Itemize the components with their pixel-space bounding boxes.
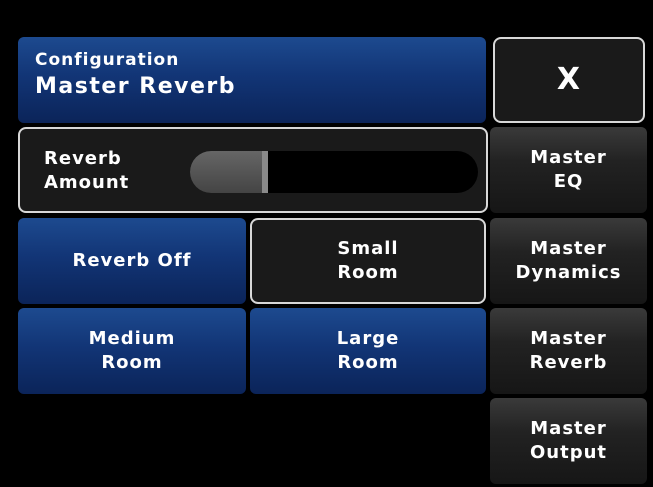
button-label: Room <box>337 352 399 373</box>
button-label: Large <box>336 328 400 349</box>
nav-label: Output <box>529 442 608 463</box>
reverb-off-button[interactable]: Reverb Off <box>18 218 246 304</box>
reverb-amount-slider[interactable] <box>190 151 478 193</box>
close-button[interactable]: X <box>493 37 645 123</box>
slider-handle[interactable] <box>262 151 268 193</box>
nav-label: Master <box>530 328 607 349</box>
button-label: Room <box>337 262 399 283</box>
reverb-amount-label: Reverb Amount <box>44 148 130 193</box>
button-label: Room <box>101 352 163 373</box>
medium-room-button[interactable]: Medium Room <box>18 308 246 394</box>
nav-label: EQ <box>553 171 584 192</box>
nav-master-eq[interactable]: Master EQ <box>490 127 647 213</box>
nav-label: Master <box>530 238 607 259</box>
page-title: Master Reverb <box>35 74 236 99</box>
small-room-button[interactable]: Small Room <box>250 218 486 304</box>
nav-label: Master <box>530 147 607 168</box>
nav-label: Master <box>530 418 607 439</box>
nav-label: Dynamics <box>515 262 622 283</box>
button-label: Small <box>337 238 399 259</box>
reverb-amount-panel: Reverb Amount <box>18 127 488 213</box>
large-room-button[interactable]: Large Room <box>250 308 486 394</box>
section-label: Configuration <box>35 50 180 70</box>
slider-fill <box>190 151 268 193</box>
button-label: Reverb Off <box>72 250 192 271</box>
nav-label: Reverb <box>529 352 608 373</box>
close-icon: X <box>556 62 582 97</box>
page-header: Configuration Master Reverb <box>18 37 486 123</box>
nav-master-reverb[interactable]: Master Reverb <box>490 308 647 394</box>
nav-master-output[interactable]: Master Output <box>490 398 647 484</box>
nav-master-dynamics[interactable]: Master Dynamics <box>490 218 647 304</box>
button-label: Medium <box>88 328 176 349</box>
